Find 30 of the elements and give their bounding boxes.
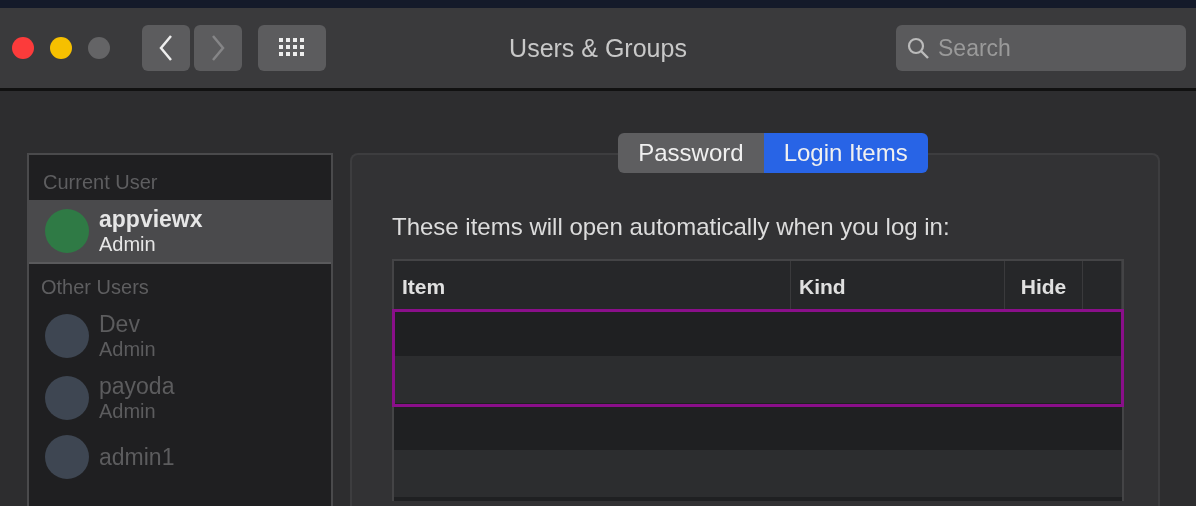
search-field[interactable]: Search bbox=[896, 25, 1186, 71]
grid-icon bbox=[279, 38, 305, 58]
user-name: payoda bbox=[99, 373, 175, 399]
close-window-button[interactable] bbox=[12, 37, 34, 59]
user-role: Admin bbox=[99, 399, 157, 423]
user-name: admin1 bbox=[99, 444, 175, 470]
intro-text: These items will open automatically when you log in: bbox=[392, 213, 951, 241]
avatar-placeholder bbox=[45, 209, 89, 253]
show-all-button[interactable] bbox=[258, 25, 326, 71]
column-header[interactable]: Item bbox=[394, 261, 791, 309]
section-heading: Other Users bbox=[40, 275, 150, 300]
back-button[interactable] bbox=[142, 25, 190, 71]
section-heading: Current User bbox=[42, 170, 159, 195]
column-header[interactable]: Hide bbox=[1005, 261, 1083, 309]
user-role: Admin bbox=[99, 232, 157, 256]
avatar-placeholder bbox=[45, 376, 89, 420]
window-title: Users & Groups bbox=[509, 33, 687, 63]
avatar-placeholder bbox=[45, 314, 89, 358]
chevron-left-icon bbox=[158, 34, 174, 62]
column-header[interactable]: Kind bbox=[791, 261, 1005, 309]
user-name: appviewx bbox=[99, 206, 203, 232]
minimize-window-button[interactable] bbox=[50, 37, 72, 59]
chevron-right-icon bbox=[210, 34, 226, 62]
user-name: Dev bbox=[99, 311, 141, 337]
avatar-placeholder bbox=[45, 435, 89, 479]
search-icon bbox=[906, 36, 930, 60]
user-role: Admin bbox=[99, 337, 156, 361]
user-list-item[interactable]: appviewx Admin bbox=[29, 200, 331, 264]
tab[interactable]: Password bbox=[618, 133, 764, 173]
tab[interactable]: Login Items bbox=[763, 133, 928, 173]
